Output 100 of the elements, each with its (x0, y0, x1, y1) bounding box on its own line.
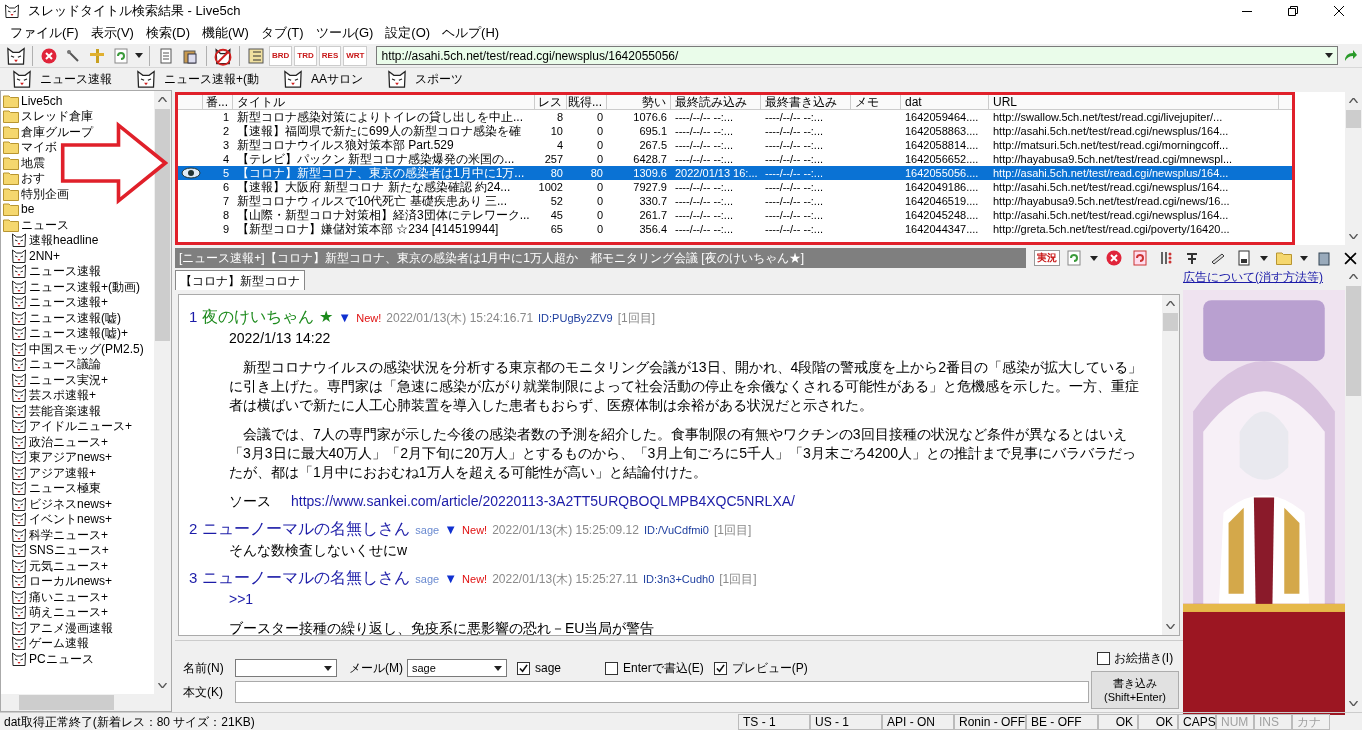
favorite-tab[interactable]: ニュース速報 (12, 69, 112, 89)
scroll-thumb[interactable] (1346, 110, 1361, 128)
column-header[interactable]: 勢い (607, 95, 671, 109)
tree-item[interactable]: ゲーム速報 (11, 635, 89, 651)
menu-arrow[interactable]: ▼ (444, 520, 458, 540)
tree-item[interactable]: PCニュース (11, 651, 94, 667)
tree-item[interactable]: 政治ニュース+ (11, 434, 108, 450)
menu-item[interactable]: 検索(D) (139, 23, 196, 43)
checkbox-label[interactable]: お絵描き(I) (1113, 649, 1174, 667)
tree-item[interactable]: 科学ニュース+ (11, 527, 108, 543)
tree-item[interactable]: 地震 (3, 155, 45, 171)
favorite-tab[interactable]: スポーツ (387, 69, 464, 89)
post-number[interactable]: 3 (189, 567, 198, 590)
post-id[interactable]: ID:/VuCdfmi0 (643, 522, 709, 539)
menu-arrow[interactable]: ▼ (444, 569, 458, 589)
source-link[interactable]: https://www.sankei.com/article/20220113-3A2TT5URQBOQLMPB4XQC5NRLXA/ (291, 492, 795, 511)
table-row[interactable]: 3 新型コロナウイルス狼対策本部 Part.529 4 0 267.5 ----/--/-- --:... ----/--/-- --:... 1642058814.... http://matsuri.5ch.net/test/read.cgi/morningcoff... (178, 138, 1292, 152)
tree-item[interactable]: アジア速報+ (11, 465, 96, 481)
toolbar-button[interactable]: BRD (269, 45, 293, 66)
column-header[interactable]: 最終読み込み (671, 95, 761, 109)
menu-item[interactable]: 設定(O) (379, 23, 437, 43)
toolbar-button[interactable]: TRD (294, 45, 317, 66)
tree-item[interactable]: 東アジアnews+ (11, 449, 113, 465)
menu-item[interactable]: タブ(T) (254, 23, 310, 43)
column-header[interactable]: dat (901, 95, 989, 109)
column-header[interactable]: 最終書き込み (761, 95, 851, 109)
cat-face-button[interactable] (4, 44, 28, 67)
column-header[interactable]: 既得... (567, 95, 607, 109)
tree-item[interactable]: おす (3, 170, 45, 186)
vertical-scrollbar[interactable] (1162, 295, 1179, 635)
tree-item[interactable]: ローカルnews+ (11, 573, 113, 589)
tree-item[interactable]: 中国スモッグ(PM2.5) (11, 341, 144, 357)
table-row[interactable]: 9 【新型コロナ】嫌儲対策本部 ☆234 [414519944] 65 0 356.4 ----/--/-- --:... ----/--/-- --:... 1642044347.... http://greta.5ch.net/test/read.cgi/poverty/16420... (178, 222, 1292, 236)
checkbox-label[interactable]: プレビュー(P) (731, 659, 808, 677)
tree-item[interactable]: ニュース速報(嘘) (11, 310, 121, 326)
post-id[interactable]: ID:3n3+Cudh0 (643, 571, 715, 588)
tree-item[interactable]: ニュース議論 (11, 356, 101, 372)
tree-item[interactable]: SNSニュース+ (11, 542, 109, 558)
menu-item[interactable]: 機能(W) (196, 23, 255, 43)
scroll-thumb[interactable] (1346, 286, 1361, 396)
table-row[interactable]: 2 【速報】福岡県で新たに699人の新型コロナ感染を確 10 0 695.1 ----/--/-- --:... ----/--/-- --:... 1642058863.... http://asahi.5ch.net/test/read.cgi/newsplus/164... (178, 124, 1292, 138)
checkbox[interactable] (605, 661, 619, 675)
tree-item[interactable]: 芸能音楽速報 (11, 403, 101, 419)
post-number[interactable]: 1 (189, 306, 198, 329)
checkbox[interactable] (713, 661, 727, 675)
vertical-scrollbar[interactable] (154, 91, 171, 694)
toolbar-button[interactable]: RES (318, 45, 342, 66)
reply-anchor[interactable]: >>1 (229, 590, 1148, 609)
favorite-tab[interactable]: AAサロン (283, 69, 364, 89)
favorite-tab[interactable]: ニュース速報+(動 (136, 69, 259, 89)
tree-item[interactable]: 特別企画 (3, 186, 69, 202)
tree-item[interactable]: ビジネスnews+ (11, 496, 113, 512)
table-row[interactable]: 5 【コロナ】新型コロナ、東京の感染者は1月中に1万... 80 80 1309.6 2022/01/13 16:... ----/--/-- --:... 1642055056.... http://asahi.5ch.net/test/read.cgi/newsplus/164... (178, 166, 1292, 180)
table-row[interactable]: 7 新型コロナウィルスで10代死亡 基礎疾患あり 三... 52 0 330.7 ----/--/-- --:... ----/--/-- --:... 1642046519.... http://hayabusa9.5ch.net/test/read.cgi/news/16... (178, 194, 1292, 208)
tree-item[interactable]: ニュース (3, 217, 69, 233)
table-row[interactable]: 6 【速報】大阪府 新型コロナ 新たな感染確認 約24... 1002 0 7927.9 ----/--/-- --:... ----/--/-- --:... 1642049186.... http://asahi.5ch.net/test/read.cgi/newsplus/164... (178, 180, 1292, 194)
menu-arrow[interactable]: ▼ (338, 308, 352, 328)
table-row[interactable]: 8 【山際・新型コロナ対策相】経済3団体にテレワーク... 45 0 261.7 ----/--/-- --:... ----/--/-- --:... 1642045248.... http://asahi.5ch.net/test/read.cgi/newsplus/164... (178, 208, 1292, 222)
tree-item[interactable]: ニュース速報(嘘)+ (11, 325, 128, 341)
menu-item[interactable]: ヘルプ(H) (436, 23, 506, 43)
tree-item[interactable]: アニメ漫画速報 (11, 620, 113, 636)
tree-item[interactable]: 萌えニュース+ (11, 604, 108, 620)
tree-item[interactable]: ニュース速報 (11, 263, 101, 279)
tree-item[interactable]: 2NN+ (11, 248, 60, 264)
menu-item[interactable]: 表示(V) (84, 23, 140, 43)
tree-item[interactable]: 倉庫グループ (3, 124, 93, 140)
horizontal-scrollbar[interactable] (1, 694, 171, 711)
checkbox-label[interactable]: sage (535, 659, 562, 677)
tree-item[interactable]: 速報headline (11, 232, 99, 248)
tree-item[interactable]: Live5ch (3, 93, 63, 109)
column-header[interactable]: 番... (203, 95, 233, 109)
scroll-thumb[interactable] (1163, 313, 1178, 331)
address-field[interactable]: http://asahi.5ch.net/test/read.cgi/newsplus/1642055056/ (376, 46, 1338, 65)
column-header[interactable]: メモ (851, 95, 901, 109)
tree-item[interactable]: アイドルニュース+ (11, 418, 132, 434)
submit-button[interactable]: 書き込み (Shift+Enter) (1091, 671, 1179, 709)
tree-item[interactable]: ニュース実況+ (11, 372, 108, 388)
menu-item[interactable]: ツール(G) (309, 23, 380, 43)
tree-item[interactable]: スレッド倉庫 (3, 108, 93, 124)
checkbox[interactable] (1096, 651, 1110, 665)
tree-item[interactable]: 痛いニュース+ (11, 589, 108, 605)
column-header[interactable]: レス (535, 95, 567, 109)
tree-item[interactable]: ニュース速報+ (11, 294, 108, 310)
ad-info-link[interactable]: 広告について(消す方法等) (1183, 268, 1345, 286)
tree-item[interactable]: 元気ニュース+ (11, 558, 108, 574)
column-header[interactable]: URL (989, 95, 1279, 109)
tree-item[interactable]: マイボ (3, 139, 57, 155)
table-row[interactable]: 4 【テレビ】パックン 新型コロナ感染爆発の米国の... 257 0 6428.7 ----/--/-- --:... ----/--/-- --:... 1642056652.... http://hayabusa9.5ch.net/test/read.cgi/mnewspl... (178, 152, 1292, 166)
message-field[interactable] (235, 681, 1089, 703)
live-button[interactable]: 実況 (1034, 250, 1060, 266)
tree-item[interactable]: 芸スポ速報+ (11, 387, 96, 403)
tree-item[interactable]: be (3, 201, 35, 217)
toolbar-button[interactable]: WRT (343, 45, 368, 66)
mail-select[interactable]: sage (407, 659, 507, 677)
checkbox[interactable] (517, 661, 530, 675)
tree-item[interactable]: ニュース速報+(動画) (11, 279, 140, 295)
table-row[interactable]: 1 新型コロナ感染対策によりトイレの貸し出しを中止... 8 0 1076.6 ----/--/-- --:... ----/--/-- --:... 1642059464.... http://swallow.5ch.net/test/read.cgi/livejupiter/... (178, 110, 1292, 124)
thread-tab[interactable]: 【コロナ】新型コロナ (175, 270, 305, 290)
name-select[interactable] (235, 659, 337, 677)
scroll-thumb[interactable] (155, 109, 170, 341)
